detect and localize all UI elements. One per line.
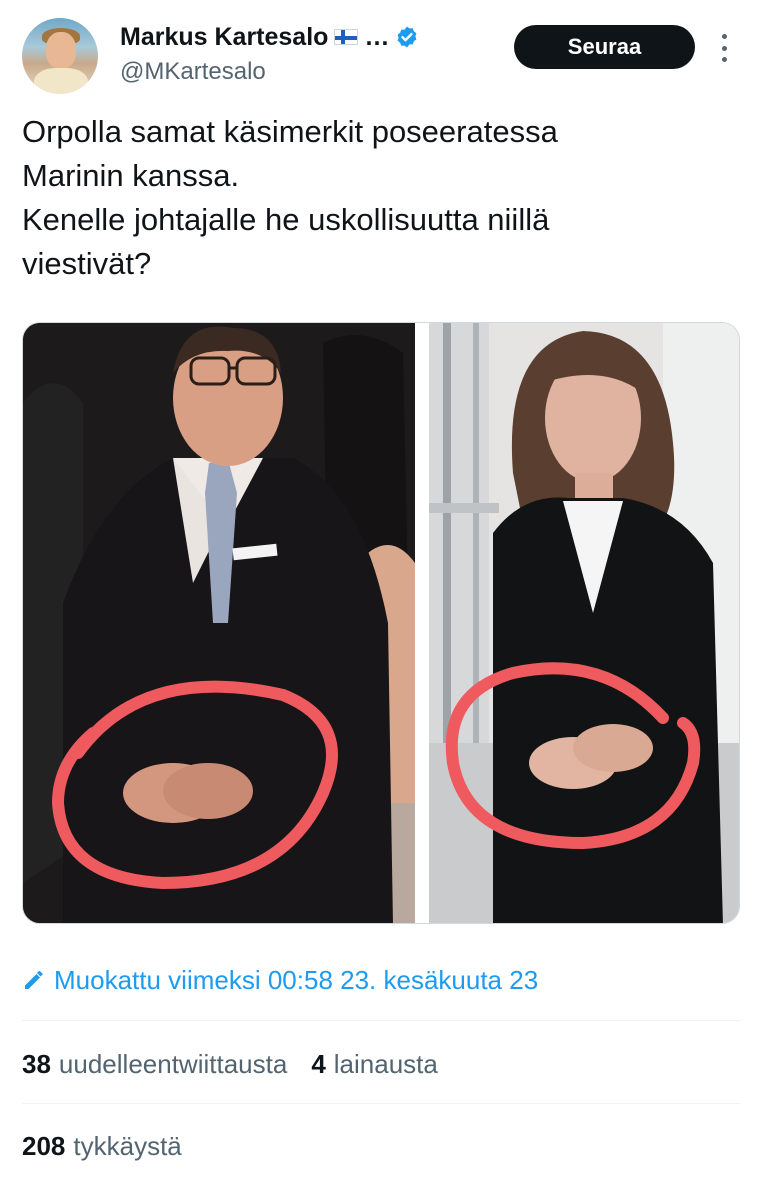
finland-flag-icon: [334, 29, 359, 45]
author-name[interactable]: Markus Kartesalo: [120, 22, 328, 52]
quotes-label: lainausta: [333, 1049, 438, 1079]
quotes-count: 4: [311, 1049, 326, 1079]
edited-indicator[interactable]: Muokattu viimeksi 00:58 23. kesäkuuta 23: [22, 962, 538, 998]
avatar-face: [46, 32, 76, 68]
photo-collage: [23, 323, 739, 923]
avatar-shirt: [34, 68, 88, 94]
author-handle[interactable]: @MKartesalo: [120, 58, 266, 86]
tweet-media[interactable]: [22, 322, 740, 924]
name-ellipsis: …: [364, 23, 390, 51]
author-name-row[interactable]: Markus Kartesalo …: [120, 22, 419, 52]
divider: [22, 1020, 740, 1021]
likes-label: tykkäystä: [73, 1131, 182, 1161]
tweet-line: Marinin kanssa.: [22, 158, 240, 193]
tweet-line: Orpolla samat käsimerkit poseeratessa: [22, 114, 558, 149]
retweets-count: 38: [22, 1049, 51, 1079]
verified-badge-icon: [398, 26, 417, 48]
edited-text[interactable]: Muokattu viimeksi 00:58 23. kesäkuuta 23: [54, 962, 538, 998]
tweet-text: Orpolla samat käsimerkit poseeratessa Ma…: [22, 110, 742, 286]
follow-button[interactable]: Seuraa: [514, 25, 695, 69]
pencil-icon: [25, 971, 43, 989]
more-options-icon[interactable]: [716, 34, 732, 62]
retweets-label: uudelleentwiittausta: [58, 1049, 288, 1079]
retweets-stat[interactable]: 38 uudelleentwiittausta: [22, 1048, 287, 1080]
likes-stat[interactable]: 208 tykkäystä: [22, 1130, 182, 1162]
tweet-line: viestivät?: [22, 246, 152, 281]
avatar[interactable]: [22, 18, 98, 94]
stats-row-2: 208 tykkäystä: [22, 1130, 182, 1162]
likes-count: 208: [22, 1131, 66, 1161]
stats-row-1: 38 uudelleentwiittausta 4 lainausta: [22, 1048, 438, 1080]
divider: [22, 1103, 740, 1104]
tweet-line: Kenelle johtajalle he uskollisuutta niil…: [22, 202, 550, 237]
quotes-stat[interactable]: 4 lainausta: [311, 1048, 438, 1080]
